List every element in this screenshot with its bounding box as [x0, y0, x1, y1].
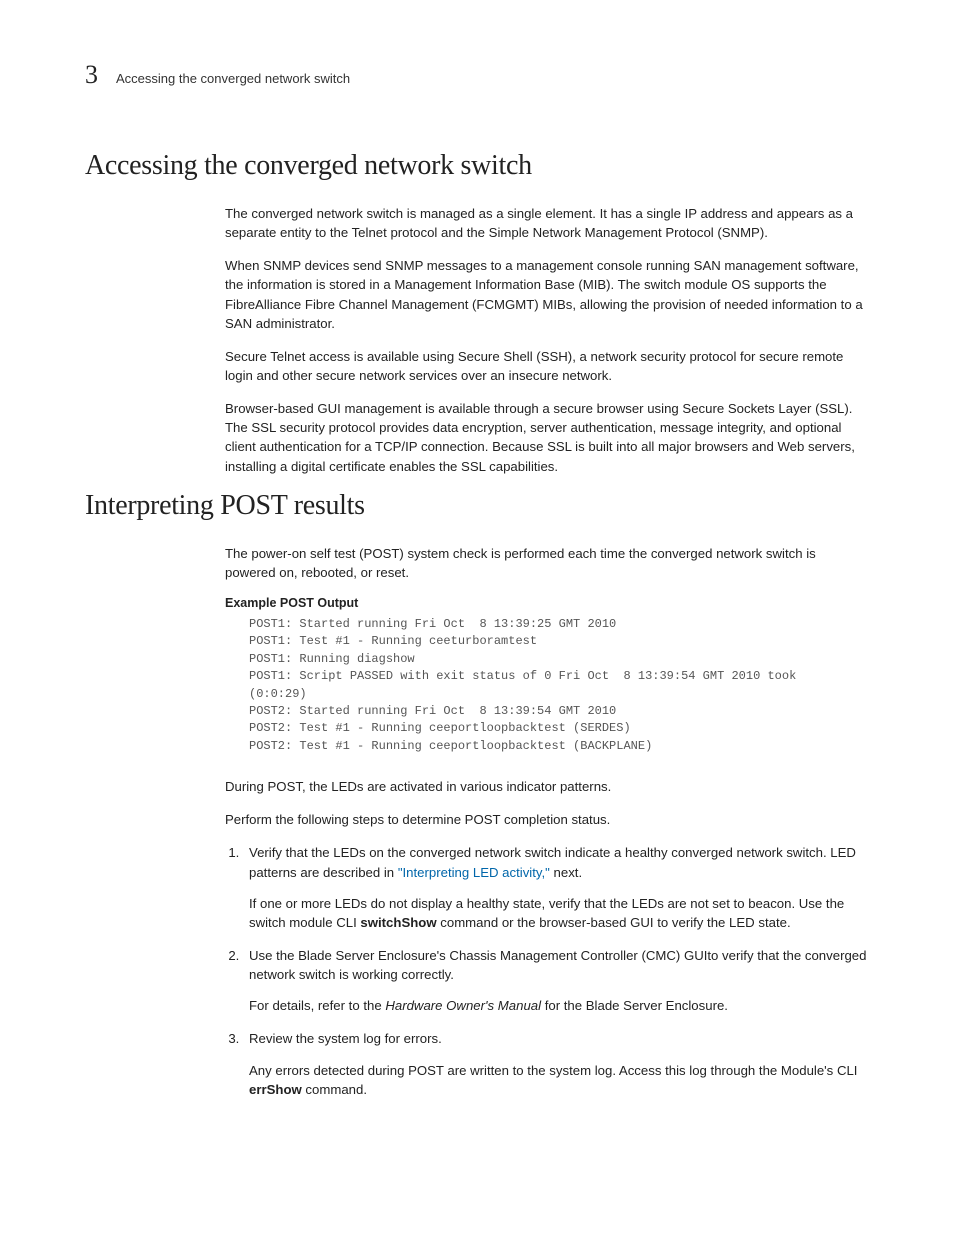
step-3: Review the system log for errors. Any er…	[243, 1029, 869, 1098]
section-body-post: The power-on self test (POST) system che…	[225, 544, 869, 1099]
paragraph: The converged network switch is managed …	[225, 204, 869, 242]
text-run: command or the browser-based GUI to veri…	[437, 915, 791, 930]
paragraph: The power-on self test (POST) system che…	[225, 544, 869, 582]
cli-command: errShow	[249, 1082, 302, 1097]
example-label: Example POST Output	[225, 596, 869, 610]
code-block-post-output: POST1: Started running Fri Oct 8 13:39:2…	[249, 616, 869, 755]
text-run: command.	[302, 1082, 367, 1097]
paragraph: When SNMP devices send SNMP messages to …	[225, 256, 869, 333]
step-2: Use the Blade Server Enclosure's Chassis…	[243, 946, 869, 1015]
section-heading-post: Interpreting POST results	[85, 490, 869, 522]
step-text: Review the system log for errors.	[249, 1031, 442, 1046]
step-text: next.	[550, 865, 582, 880]
section-body-accessing: The converged network switch is managed …	[225, 204, 869, 476]
step-text: Use the Blade Server Enclosure's Chassis…	[249, 948, 866, 982]
paragraph: Browser-based GUI management is availabl…	[225, 399, 869, 476]
paragraph: Secure Telnet access is available using …	[225, 347, 869, 385]
text-run: For details, refer to the	[249, 998, 385, 1013]
step-subparagraph: Any errors detected during POST are writ…	[249, 1061, 869, 1099]
steps-list: Verify that the LEDs on the converged ne…	[225, 843, 869, 1098]
step-subparagraph: If one or more LEDs do not display a hea…	[249, 894, 869, 932]
text-run: Any errors detected during POST are writ…	[249, 1063, 857, 1078]
paragraph: Perform the following steps to determine…	[225, 810, 869, 829]
step-subparagraph: For details, refer to the Hardware Owner…	[249, 996, 869, 1015]
manual-title: Hardware Owner's Manual	[385, 998, 541, 1013]
cli-command: switchShow	[360, 915, 436, 930]
step-1: Verify that the LEDs on the converged ne…	[243, 843, 869, 932]
page: 3 Accessing the converged network switch…	[0, 0, 954, 1173]
text-run: for the Blade Server Enclosure.	[541, 998, 728, 1013]
paragraph: During POST, the LEDs are activated in v…	[225, 777, 869, 796]
chapter-number: 3	[85, 60, 98, 90]
section-heading-accessing: Accessing the converged network switch	[85, 150, 869, 182]
running-header: 3 Accessing the converged network switch	[85, 60, 869, 90]
link-interpreting-led[interactable]: "Interpreting LED activity,"	[398, 865, 550, 880]
running-title: Accessing the converged network switch	[116, 71, 350, 86]
